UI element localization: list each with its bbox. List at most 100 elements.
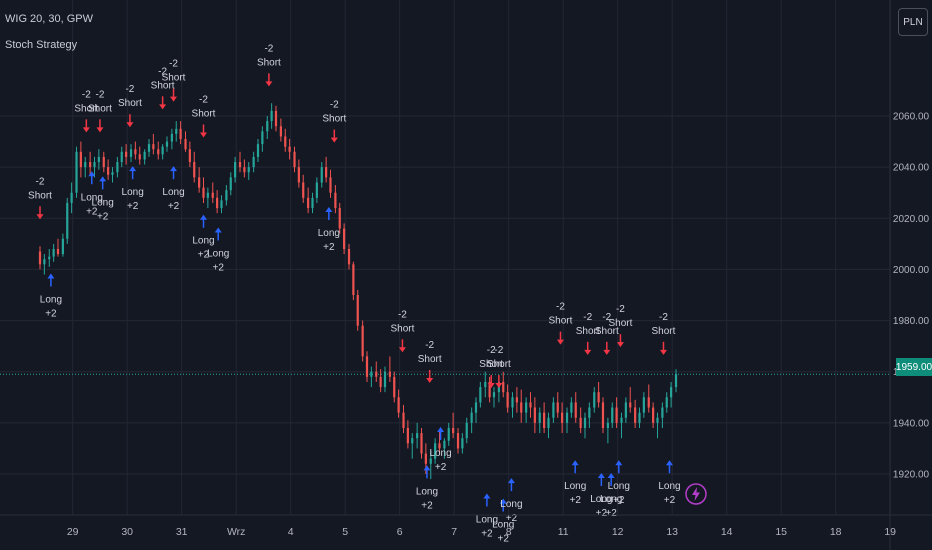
candle-body bbox=[125, 151, 128, 157]
candle-body bbox=[297, 167, 300, 183]
long-amount-label: +2 bbox=[421, 500, 433, 511]
candle-body bbox=[393, 376, 396, 398]
candle-body bbox=[202, 187, 205, 198]
long-amount-label: +2 bbox=[45, 309, 57, 320]
candle-body bbox=[188, 149, 191, 163]
x-tick-label: Wrz bbox=[227, 526, 245, 538]
candle-body bbox=[411, 438, 414, 444]
candle-body bbox=[574, 402, 577, 418]
short-amount-label: -2 bbox=[125, 84, 134, 95]
candle-body bbox=[583, 417, 587, 428]
chart-background bbox=[0, 0, 932, 550]
candle-body bbox=[89, 162, 92, 168]
candle-body bbox=[515, 397, 518, 403]
candle-body bbox=[593, 392, 596, 408]
candle-body bbox=[352, 264, 355, 295]
y-tick-label: 1980.00 bbox=[893, 316, 930, 327]
lightning-icon[interactable] bbox=[684, 482, 708, 506]
long-label: Long bbox=[122, 187, 144, 198]
short-label: Short bbox=[28, 190, 52, 201]
x-tick-label: 7 bbox=[451, 526, 457, 538]
candle-body bbox=[243, 167, 246, 173]
x-tick-label: 15 bbox=[775, 526, 787, 538]
short-label: Short bbox=[418, 354, 442, 365]
short-label: Short bbox=[652, 326, 676, 337]
candle-body bbox=[429, 458, 432, 464]
long-amount-label: +2 bbox=[127, 201, 139, 212]
x-tick-label: 6 bbox=[397, 526, 403, 538]
symbol-title[interactable]: WIG 20, 30, GPW bbox=[5, 13, 93, 25]
candle-body bbox=[529, 402, 532, 408]
candlestick-chart[interactable]: -2 Short Long +2 -2 Short -2 Short Long +2 Long +2 -… bbox=[0, 0, 932, 550]
candle-body bbox=[670, 387, 673, 398]
candle-body bbox=[170, 133, 173, 142]
strategy-name[interactable]: Stoch Strategy bbox=[5, 39, 77, 51]
long-amount-label: +2 bbox=[664, 495, 676, 506]
candle-body bbox=[302, 182, 305, 198]
candle-body bbox=[552, 402, 555, 418]
long-label: Long bbox=[658, 481, 680, 492]
short-amount-label: -2 bbox=[556, 302, 565, 313]
candle-body bbox=[193, 162, 196, 178]
currency-button[interactable]: PLN bbox=[898, 8, 928, 36]
candle-body bbox=[356, 295, 359, 326]
candle-body bbox=[506, 392, 509, 408]
candle-body bbox=[116, 162, 119, 173]
candle-body bbox=[279, 126, 282, 137]
candle-body bbox=[642, 397, 645, 413]
candle-body bbox=[647, 397, 650, 408]
x-tick-label: 29 bbox=[67, 526, 79, 538]
long-amount-label: +2 bbox=[213, 263, 225, 274]
candle-body bbox=[225, 190, 228, 201]
short-amount-label: -2 bbox=[494, 345, 503, 356]
x-tick-label: 30 bbox=[121, 526, 133, 538]
short-label: Short bbox=[162, 73, 186, 84]
y-tick-label: 2020.00 bbox=[893, 214, 930, 225]
candle-body bbox=[43, 259, 46, 265]
candle-body bbox=[48, 256, 51, 260]
x-tick-label: 14 bbox=[721, 526, 733, 538]
candle-body bbox=[611, 407, 614, 423]
long-label: Long bbox=[564, 481, 586, 492]
candle-body bbox=[329, 177, 332, 193]
candle-body bbox=[134, 149, 137, 155]
long-label: Long bbox=[192, 236, 214, 247]
candle-body bbox=[656, 417, 659, 423]
candle-body bbox=[266, 121, 269, 132]
short-amount-label: -2 bbox=[583, 312, 592, 323]
short-amount-label: -2 bbox=[199, 94, 208, 105]
candle-body bbox=[157, 149, 160, 155]
candle-body bbox=[361, 325, 364, 357]
short-label: Short bbox=[118, 98, 142, 109]
candle-body bbox=[620, 417, 623, 423]
candle-body bbox=[601, 402, 605, 428]
short-amount-label: -2 bbox=[169, 59, 178, 70]
candle-body bbox=[252, 156, 255, 168]
short-amount-label: -2 bbox=[659, 312, 668, 323]
x-tick-label: 8 bbox=[506, 526, 512, 538]
long-label: Long bbox=[416, 486, 438, 497]
candle-body bbox=[70, 192, 73, 203]
chart-root[interactable]: -2 Short Long +2 -2 Short -2 Short Long +2 Long +2 -… bbox=[0, 0, 932, 550]
candle-body bbox=[256, 144, 260, 157]
candle-body bbox=[533, 407, 536, 423]
candle-body bbox=[402, 412, 405, 428]
candle-body bbox=[66, 202, 69, 239]
x-tick-label: 13 bbox=[666, 526, 678, 538]
candle-body bbox=[220, 200, 223, 209]
candle-body bbox=[175, 128, 178, 134]
y-tick-label: 2060.00 bbox=[893, 112, 930, 123]
long-label: Long bbox=[40, 295, 62, 306]
candle-body bbox=[211, 192, 214, 198]
candle-body bbox=[492, 392, 496, 398]
x-tick-label: 31 bbox=[176, 526, 188, 538]
x-tick-label: 5 bbox=[342, 526, 348, 538]
candle-body bbox=[165, 141, 169, 147]
long-label: Long bbox=[162, 187, 184, 198]
candle-body bbox=[338, 208, 341, 229]
candle-body bbox=[474, 402, 478, 413]
candle-body bbox=[615, 407, 618, 423]
candle-body bbox=[120, 151, 123, 163]
long-amount-label: +2 bbox=[569, 495, 581, 506]
long-amount-label: +2 bbox=[613, 495, 625, 506]
